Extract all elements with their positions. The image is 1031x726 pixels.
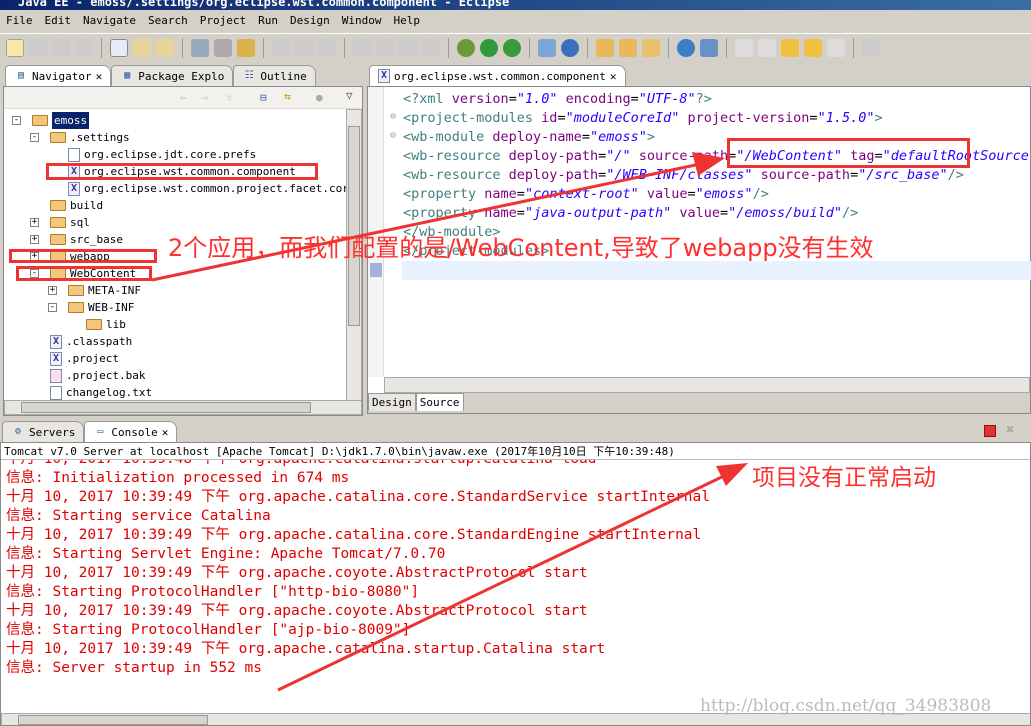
arrow-line-startup <box>277 472 729 692</box>
annotation-note-config: 2个应用，而我们配置的是/WebContent,导致了webapp没有生效 <box>168 234 874 262</box>
annotation-note-startup: 项目没有正常启动 <box>752 465 936 491</box>
arrowhead-icon <box>716 463 748 486</box>
arrowhead-icon <box>692 152 725 176</box>
annotation-arrows <box>151 152 748 692</box>
watermark: http://blog.csdn.net/qq_34983808 <box>700 696 992 716</box>
console-header: Tomcat v7.0 Server at localhost [Apache … <box>1 443 1030 460</box>
